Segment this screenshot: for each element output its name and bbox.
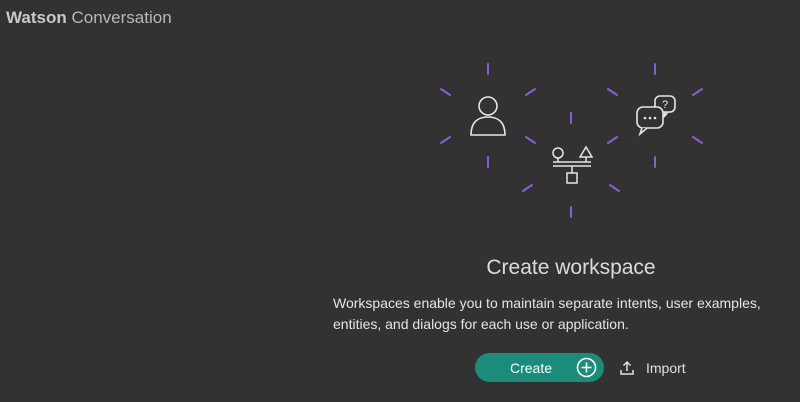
svg-text:?: ? bbox=[662, 99, 668, 111]
entity-shapes-icon bbox=[552, 145, 594, 184]
entity-rays bbox=[522, 112, 620, 218]
create-button-label: Create bbox=[509, 360, 553, 376]
empty-state-title: Create workspace bbox=[486, 256, 656, 279]
upload-icon bbox=[620, 360, 634, 375]
create-workspace-button[interactable]: Create bbox=[475, 353, 604, 382]
chat-bubbles-icon bbox=[636, 95, 676, 137]
app-brand: Watson Conversation bbox=[6, 8, 172, 28]
app-root: Watson Conversation ? Create workspace W… bbox=[0, 0, 800, 402]
plus-circle-icon bbox=[576, 357, 597, 378]
person-icon bbox=[470, 96, 506, 136]
brand-name-bold: Watson bbox=[6, 8, 67, 27]
empty-state-description: Workspaces enable you to maintain separa… bbox=[333, 295, 761, 332]
brand-name-regular: Conversation bbox=[66, 8, 172, 27]
workspace-illustration: ? bbox=[440, 63, 703, 218]
import-button-label: Import bbox=[646, 360, 686, 376]
import-workspace-button[interactable]: Import bbox=[618, 356, 686, 380]
